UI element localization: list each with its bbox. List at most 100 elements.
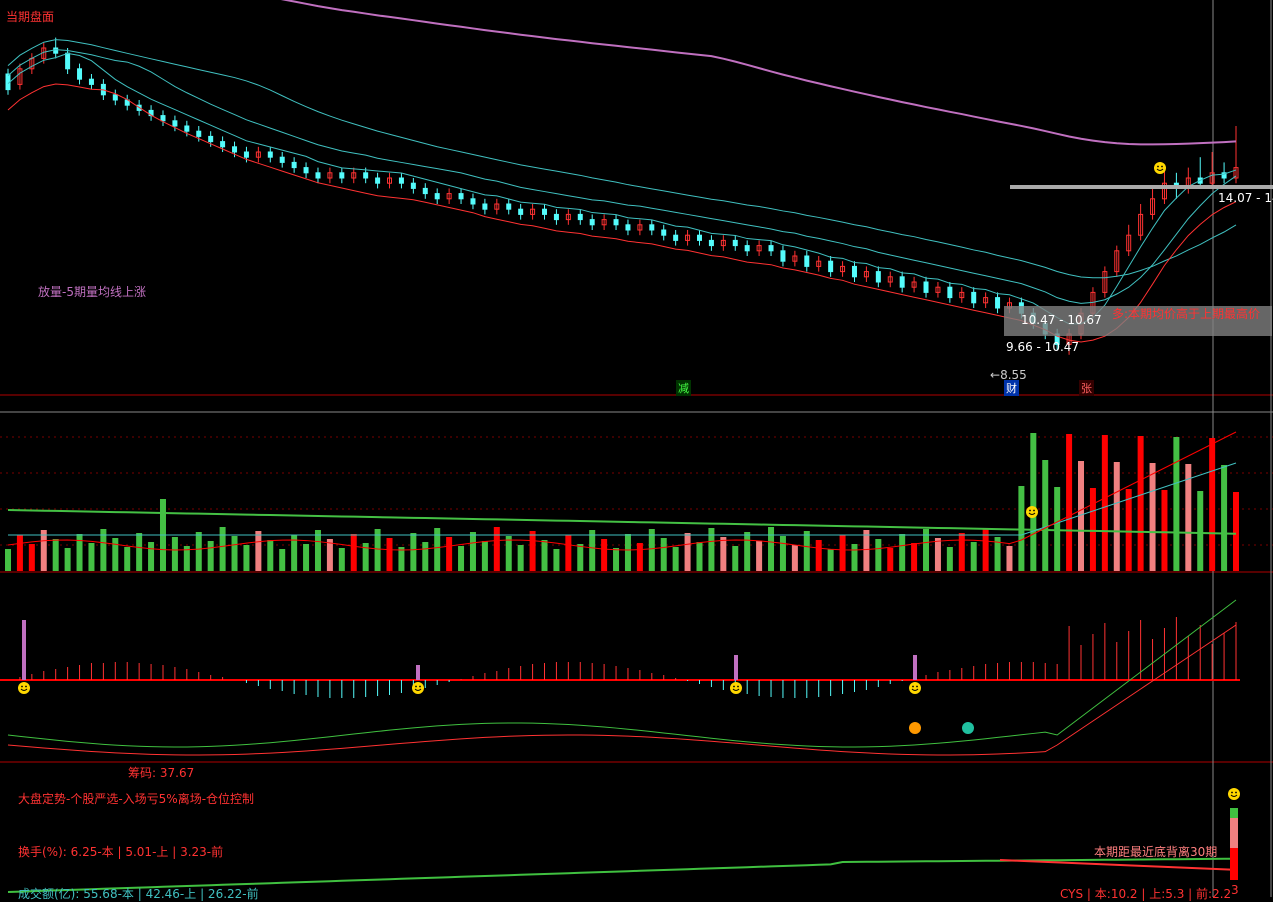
volume-bar	[303, 544, 310, 571]
candle-body	[410, 182, 416, 189]
candle-body	[315, 172, 321, 179]
volume-bar	[1233, 492, 1239, 571]
candle-body	[267, 151, 273, 158]
volume-bar	[875, 539, 882, 571]
candle-body	[279, 156, 285, 163]
candle-body	[363, 172, 369, 179]
volume-bar	[40, 530, 47, 571]
volume-bar	[1197, 491, 1204, 571]
volume-bar	[1066, 434, 1073, 571]
volume-bar	[756, 541, 763, 571]
volume-bar	[1018, 486, 1025, 571]
smiley-icon	[1026, 506, 1038, 518]
volume-bar	[624, 534, 631, 571]
candle-body	[303, 167, 309, 174]
volume-bar	[732, 546, 739, 571]
volume-bar	[434, 528, 441, 571]
smiley-eye	[25, 685, 27, 688]
volume-bar	[684, 533, 691, 571]
candle-body	[184, 125, 190, 132]
smiley-icon	[909, 682, 921, 694]
down-arrow-icon	[962, 722, 974, 734]
volume-bar	[815, 540, 822, 571]
signal-spike	[734, 655, 738, 680]
candle-body	[804, 255, 810, 267]
candle-body	[482, 203, 488, 210]
side-bar-pink	[1230, 818, 1238, 848]
volume-bar	[243, 545, 250, 571]
marker-jian[interactable]: 减	[676, 380, 691, 396]
volume-bar	[505, 536, 512, 571]
volume-bar	[589, 530, 596, 571]
volume-bar	[148, 542, 155, 571]
side-bar-red	[1230, 848, 1238, 880]
candle-body	[995, 297, 1001, 309]
candle-body	[744, 245, 750, 252]
low-price-label: ←8.55	[990, 368, 1027, 382]
volume-bar	[112, 538, 119, 571]
candle-body	[851, 265, 857, 278]
smiley-eye	[1161, 165, 1163, 168]
volume-bar	[64, 548, 71, 571]
smiley-eye	[1033, 509, 1035, 512]
side-count: 3	[1231, 883, 1239, 897]
volume-bar	[314, 530, 321, 571]
smiley-icon	[1154, 162, 1166, 174]
panel-title: 当期盘面	[6, 10, 55, 24]
volume-bar	[446, 537, 453, 571]
volume-bar	[481, 541, 488, 571]
candle-body	[65, 52, 71, 70]
smiley-icon	[412, 682, 424, 694]
volume-bar	[1221, 465, 1228, 571]
volume-bar	[410, 533, 417, 571]
volume-bar	[696, 542, 703, 571]
volume-ma-short	[7, 431, 1237, 551]
volume-bar	[88, 543, 95, 571]
volume-bar	[863, 530, 870, 571]
volume-bar	[934, 538, 941, 571]
candle-body	[732, 239, 738, 247]
volume-bar	[207, 541, 214, 571]
volume-bar	[851, 544, 858, 571]
volume-bar	[469, 532, 476, 571]
volume-bar	[517, 545, 524, 571]
grid-lines	[0, 0, 1273, 897]
volume-bar	[541, 540, 548, 571]
candle-body	[160, 115, 166, 122]
volume-bar	[887, 548, 894, 571]
volume-bar	[791, 545, 798, 571]
candle-body	[589, 219, 595, 226]
candle-body	[172, 120, 178, 127]
smiley-icon	[18, 682, 30, 694]
smiley-eye	[1231, 791, 1233, 794]
signal-spike	[913, 655, 917, 680]
volume-ma-long	[7, 509, 1237, 535]
volume-bar	[1125, 489, 1132, 571]
range-label-mid: 10.47 - 10.67	[1021, 313, 1102, 327]
volume-bar	[529, 531, 536, 571]
volume-bar	[1173, 437, 1180, 571]
candle-body	[77, 68, 83, 80]
volume-bar	[1101, 435, 1108, 571]
marker-cai[interactable]: 财	[1004, 380, 1019, 396]
ma10-line	[7, 49, 1237, 304]
volume-bar	[124, 547, 131, 571]
candle-body	[196, 130, 202, 137]
volume-bar	[660, 538, 667, 571]
volume-bar	[5, 549, 11, 571]
volume-bar	[970, 542, 977, 571]
volume-bar	[76, 534, 83, 571]
volume-bar	[326, 539, 333, 571]
volume-bar	[803, 531, 810, 571]
marker-zhang[interactable]: 张	[1079, 380, 1094, 396]
volume-bar	[52, 539, 59, 571]
candle-body	[661, 229, 667, 236]
indicator-panel	[0, 599, 1240, 756]
signal-text: 多:本期均价高于上期最高价	[1112, 307, 1261, 321]
strategy-text: 大盘定势-个股严选-入场亏5%离场-仓位控制	[18, 792, 255, 806]
volume-note: 放量-5期量均线上涨	[38, 285, 146, 299]
volume-bar	[565, 535, 572, 571]
range-label-low: 9.66 - 10.47	[1006, 340, 1080, 354]
volume-bar	[422, 542, 429, 571]
volume-bar	[899, 534, 906, 571]
